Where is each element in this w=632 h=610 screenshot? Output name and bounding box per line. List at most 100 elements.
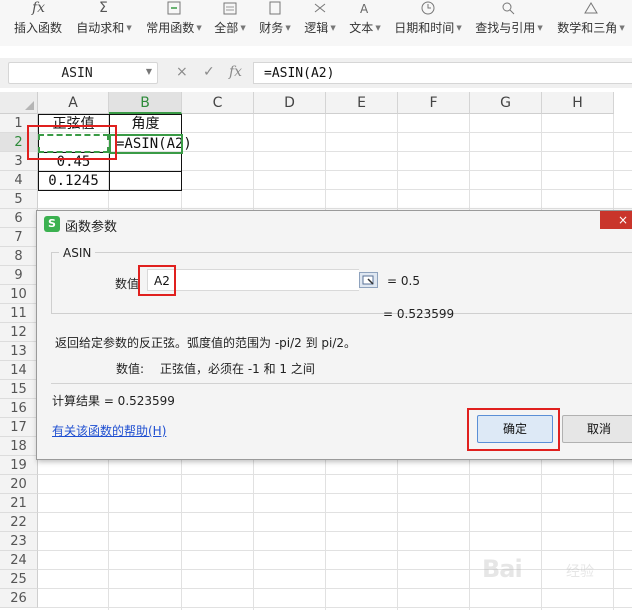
cell-b1[interactable]: 角度 <box>109 115 182 134</box>
chevron-down-icon: ▼ <box>126 23 132 32</box>
row-header-11[interactable]: 11 <box>0 304 38 323</box>
spreadsheet-window: fx 插入函数 Σ 自动求和 ▼ 常用函数 ▼ 全部 ▼ 财务 ▼ 逻辑 ▼ A… <box>0 0 632 610</box>
text-icon: A <box>354 0 376 16</box>
ribbon-autosum[interactable]: Σ 自动求和 ▼ <box>75 0 133 40</box>
ribbon-finance[interactable]: 财务 ▼ <box>257 0 293 40</box>
formula-ribbon: fx 插入函数 Σ 自动求和 ▼ 常用函数 ▼ 全部 ▼ 财务 ▼ 逻辑 ▼ A… <box>0 0 632 46</box>
column-header-h[interactable]: H <box>542 92 614 114</box>
formula-input[interactable]: =ASIN(A2) <box>253 62 632 84</box>
parameter-name: 数值: <box>116 362 145 376</box>
function-description: 返回给定参数的反正弦。弧度值的范围为 -pi/2 到 pi/2。 <box>55 336 357 350</box>
gridline-row <box>38 512 632 513</box>
insert-function-icon: fx <box>27 0 49 16</box>
corner-triangle-icon <box>25 101 34 110</box>
chevron-down-icon: ▼ <box>456 23 462 32</box>
chevron-down-icon[interactable]: ▼ <box>146 67 152 76</box>
close-button[interactable]: × <box>600 211 632 229</box>
ribbon-label: 逻辑 <box>304 21 329 35</box>
column-header-b[interactable]: B <box>109 92 182 114</box>
dialog-titlebar[interactable]: S 函数参数 × <box>37 211 632 237</box>
argument-label: 数值 <box>115 277 140 291</box>
ribbon-datetime[interactable]: 日期和时间 ▼ <box>393 0 463 40</box>
gridline-row <box>38 588 632 589</box>
watermark-text: Bai <box>482 555 523 583</box>
column-header-c[interactable]: C <box>182 92 254 114</box>
row-header-13[interactable]: 13 <box>0 342 38 361</box>
row-header-9[interactable]: 9 <box>0 266 38 285</box>
row-header-22[interactable]: 22 <box>0 513 38 532</box>
row-header-7[interactable]: 7 <box>0 228 38 247</box>
row-header-23[interactable]: 23 <box>0 532 38 551</box>
ribbon-math[interactable]: 数学和三角 ▼ <box>553 0 629 40</box>
column-header-g[interactable]: G <box>470 92 542 114</box>
chevron-down-icon: ▼ <box>619 23 625 32</box>
ribbon-insert-function[interactable]: fx 插入函数 <box>12 0 64 40</box>
ribbon-logic[interactable]: 逻辑 ▼ <box>302 0 338 40</box>
name-box[interactable]: ASIN ▼ <box>8 62 158 84</box>
name-box-value: ASIN <box>61 66 93 81</box>
column-header-a[interactable]: A <box>38 92 109 114</box>
function-arguments-dialog: S 函数参数 × ASIN 数值 A2 = 0.5 = 0.523599 返回给… <box>36 210 632 460</box>
row-header-18[interactable]: 18 <box>0 437 38 456</box>
confirm-icon[interactable]: ✓ <box>203 64 215 80</box>
select-all-corner[interactable] <box>0 92 38 114</box>
lookup-icon <box>498 0 520 16</box>
row-header-15[interactable]: 15 <box>0 380 38 399</box>
parameter-description: 正弦值，必须在 -1 和 1 之间 <box>160 362 315 376</box>
row-header-26[interactable]: 26 <box>0 589 38 608</box>
row-header-6[interactable]: 6 <box>0 209 38 228</box>
ribbon-lookup[interactable]: 查找与引用 ▼ <box>473 0 545 40</box>
row-header-5[interactable]: 5 <box>0 190 38 209</box>
row-header-17[interactable]: 17 <box>0 418 38 437</box>
ribbon-common-functions[interactable]: 常用函数 ▼ <box>143 0 205 40</box>
gridline-row <box>38 208 632 209</box>
column-header-f[interactable]: F <box>398 92 470 114</box>
ribbon-label: 插入函数 <box>13 21 62 35</box>
formula-text: =ASIN(A2) <box>264 66 335 81</box>
row-header-19[interactable]: 19 <box>0 456 38 475</box>
row-header-16[interactable]: 16 <box>0 399 38 418</box>
ribbon-text[interactable]: A 文本 ▼ <box>347 0 383 40</box>
gridline-row <box>38 474 632 475</box>
chevron-down-icon: ▼ <box>537 23 543 32</box>
row-header-25[interactable]: 25 <box>0 570 38 589</box>
argument-input[interactable]: A2 <box>147 269 359 291</box>
ribbon-all-functions[interactable]: 全部 ▼ <box>212 0 248 40</box>
cancel-button[interactable]: 取消 <box>562 415 632 443</box>
row-header-8[interactable]: 8 <box>0 247 38 266</box>
common-functions-icon <box>163 0 185 16</box>
collapse-dialog-button[interactable] <box>359 272 378 288</box>
row-header-12[interactable]: 12 <box>0 323 38 342</box>
formula-result: = 0.523599 <box>383 307 455 321</box>
function-name: ASIN <box>59 246 96 260</box>
row-header-21[interactable]: 21 <box>0 494 38 513</box>
autosum-icon: Σ <box>93 0 115 16</box>
svg-text:A: A <box>360 2 369 16</box>
ribbon-label: 文本 <box>349 21 374 35</box>
chevron-down-icon: ▼ <box>196 23 202 32</box>
ribbon-label: 全部 <box>214 21 239 35</box>
row-header-4[interactable]: 4 <box>0 171 38 190</box>
dialog-title: 函数参数 <box>65 220 118 235</box>
cancel-icon[interactable]: × <box>176 64 188 80</box>
column-header-e[interactable]: E <box>326 92 398 114</box>
gridline-row <box>38 493 632 494</box>
insert-function-icon[interactable]: fx <box>229 64 242 80</box>
highlight-box-ok <box>467 408 560 451</box>
math-icon <box>580 0 602 16</box>
help-link[interactable]: 有关该函数的帮助(H) <box>52 422 166 439</box>
gridline-row <box>38 531 632 532</box>
chevron-down-icon: ▼ <box>330 23 336 32</box>
row-header-20[interactable]: 20 <box>0 475 38 494</box>
row-header-24[interactable]: 24 <box>0 551 38 570</box>
row-header-14[interactable]: 14 <box>0 361 38 380</box>
ribbon-label: 查找与引用 <box>475 21 536 35</box>
row-header-10[interactable]: 10 <box>0 285 38 304</box>
ribbon-label: 自动求和 <box>76 21 125 35</box>
ribbon-label: 财务 <box>259 21 284 35</box>
ribbon-label: 数学和三角 <box>557 21 618 35</box>
calculation-result: 计算结果 = 0.523599 <box>52 394 175 408</box>
baidu-watermark: Bai 经验 <box>482 545 630 585</box>
cell-a4[interactable]: 0.1245 <box>38 172 109 191</box>
column-header-d[interactable]: D <box>254 92 326 114</box>
